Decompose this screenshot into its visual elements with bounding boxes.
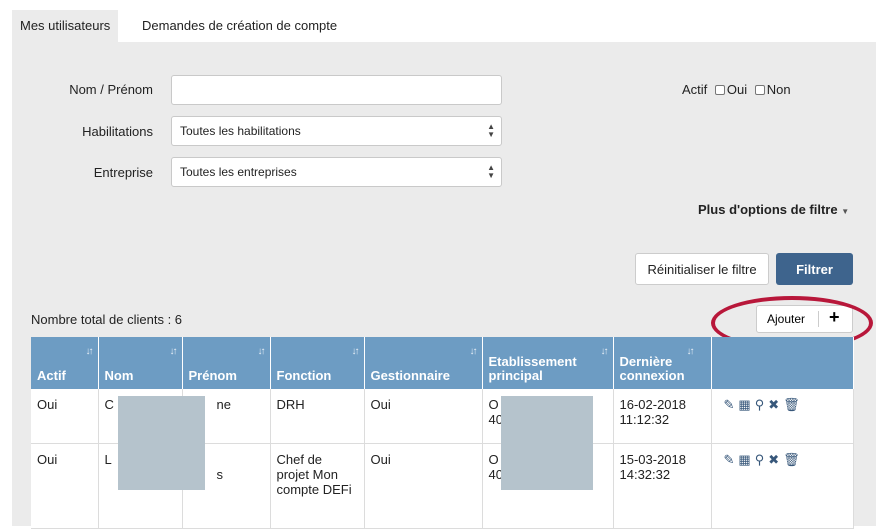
column-header-gestionnaire[interactable]: Gestionnaire ↓↑	[364, 337, 483, 389]
sort-icon[interactable]: ↓↑	[687, 345, 695, 359]
non-label: Non	[766, 82, 791, 97]
column-label: Etablissement principal	[488, 354, 577, 383]
column-header-actions	[711, 337, 854, 389]
sort-icon[interactable]: ↓↑	[601, 345, 609, 359]
tab-demandes-creation[interactable]: Demandes de création de compte	[134, 10, 345, 42]
column-label: Nom	[104, 368, 134, 383]
connection-date: 16-02-2018	[619, 397, 687, 412]
name-label: Nom / Prénom	[69, 82, 153, 97]
column-header-etablissement[interactable]: Etablissement principal ↓↑	[482, 337, 614, 389]
search-icon[interactable]: ⚲	[755, 452, 769, 467]
connection-date: 15-03-2018	[619, 451, 687, 467]
column-header-actif[interactable]: Actif ↓↑	[31, 337, 99, 389]
sort-icon[interactable]: ↓↑	[170, 345, 178, 359]
building-icon[interactable]: ▦	[738, 397, 754, 412]
edit-icon[interactable]: ✎	[724, 397, 739, 412]
column-label: Gestionnaire	[370, 368, 450, 383]
column-label: Dernière connexion	[619, 354, 685, 383]
filter-button[interactable]: Filtrer	[776, 253, 853, 285]
cell-actif: Oui	[31, 389, 99, 444]
name-input[interactable]	[171, 75, 502, 105]
cell-actions: ✎▦⚲✖🗑	[711, 389, 854, 444]
cell-gestionnaire: Oui	[364, 443, 483, 529]
oui-label: Oui	[726, 82, 748, 97]
connection-time: 14:32:32	[619, 466, 671, 482]
delete-icon[interactable]: ✖	[768, 452, 783, 467]
search-icon[interactable]: ⚲	[755, 397, 769, 412]
sort-icon[interactable]: ↓↑	[470, 345, 478, 359]
column-label: Fonction	[276, 368, 332, 383]
caret-down-icon: ▼	[841, 207, 850, 216]
redaction-box	[118, 396, 205, 490]
etab-line1: O	[488, 451, 499, 467]
cell-actions: ✎▦⚲✖🗑	[711, 443, 854, 529]
trash-icon[interactable]: 🗑	[783, 452, 804, 467]
cell-gestionnaire: Oui	[364, 389, 483, 444]
entreprise-selected: Toutes les entreprises	[180, 165, 297, 179]
cell-actif: Oui	[31, 443, 99, 529]
edit-icon[interactable]: ✎	[724, 452, 739, 467]
cell-derniere-connexion: 16-02-2018 11:12:32	[613, 389, 712, 444]
entreprise-label: Entreprise	[93, 165, 153, 180]
tab-mes-utilisateurs[interactable]: Mes utilisateurs	[12, 10, 119, 42]
total-clients-text: Nombre total de clients : 6	[31, 312, 183, 327]
actif-filter: Actif Oui Non	[682, 82, 791, 97]
column-label: Prénom	[188, 368, 237, 383]
more-filter-options-link[interactable]: Plus d'options de filtre ▼	[698, 202, 849, 217]
column-header-nom[interactable]: Nom ↓↑	[98, 337, 183, 389]
habilitations-select[interactable]: Toutes les habilitations ▲ ▼	[171, 116, 502, 146]
column-header-derniere-connexion[interactable]: Dernière connexion ↓↑	[613, 337, 712, 389]
building-icon[interactable]: ▦	[738, 452, 754, 467]
cell-fonction: Chef de projet Mon compte DEFi	[270, 443, 365, 529]
habilitations-label: Habilitations	[82, 124, 153, 139]
sort-icon[interactable]: ↓↑	[352, 345, 360, 359]
column-header-fonction[interactable]: Fonction ↓↑	[270, 337, 365, 389]
reset-filter-button[interactable]: Réinitialiser le filtre	[635, 253, 769, 285]
sort-icon[interactable]: ↓↑	[258, 345, 266, 359]
cell-derniere-connexion: 15-03-2018 14:32:32	[613, 443, 712, 529]
column-label: Actif	[37, 368, 66, 383]
redaction-box	[501, 396, 593, 490]
column-header-prenom[interactable]: Prénom ↓↑	[182, 337, 271, 389]
sort-icon[interactable]: ↓↑	[86, 345, 94, 359]
connection-time: 11:12:32	[619, 412, 670, 427]
cell-fonction: DRH	[270, 389, 365, 444]
select-arrows-icon: ▲ ▼	[487, 122, 495, 139]
habilitations-selected: Toutes les habilitations	[180, 124, 301, 138]
tab-bar: Mes utilisateurs Demandes de création de…	[12, 10, 876, 42]
select-arrows-icon: ▲ ▼	[487, 163, 495, 180]
table-header-row: Actif ↓↑ Nom ↓↑ Prénom ↓↑ Fonction ↓↑ Gestio…	[31, 337, 854, 389]
more-filter-options-label: Plus d'options de filtre	[698, 202, 838, 217]
delete-icon[interactable]: ✖	[768, 397, 783, 412]
etab-line1: O	[488, 397, 499, 412]
entreprise-select[interactable]: Toutes les entreprises ▲ ▼	[171, 157, 502, 187]
non-checkbox[interactable]	[754, 85, 765, 95]
oui-checkbox[interactable]	[714, 85, 725, 95]
trash-icon[interactable]: 🗑	[783, 397, 804, 412]
actif-label: Actif	[682, 82, 708, 97]
